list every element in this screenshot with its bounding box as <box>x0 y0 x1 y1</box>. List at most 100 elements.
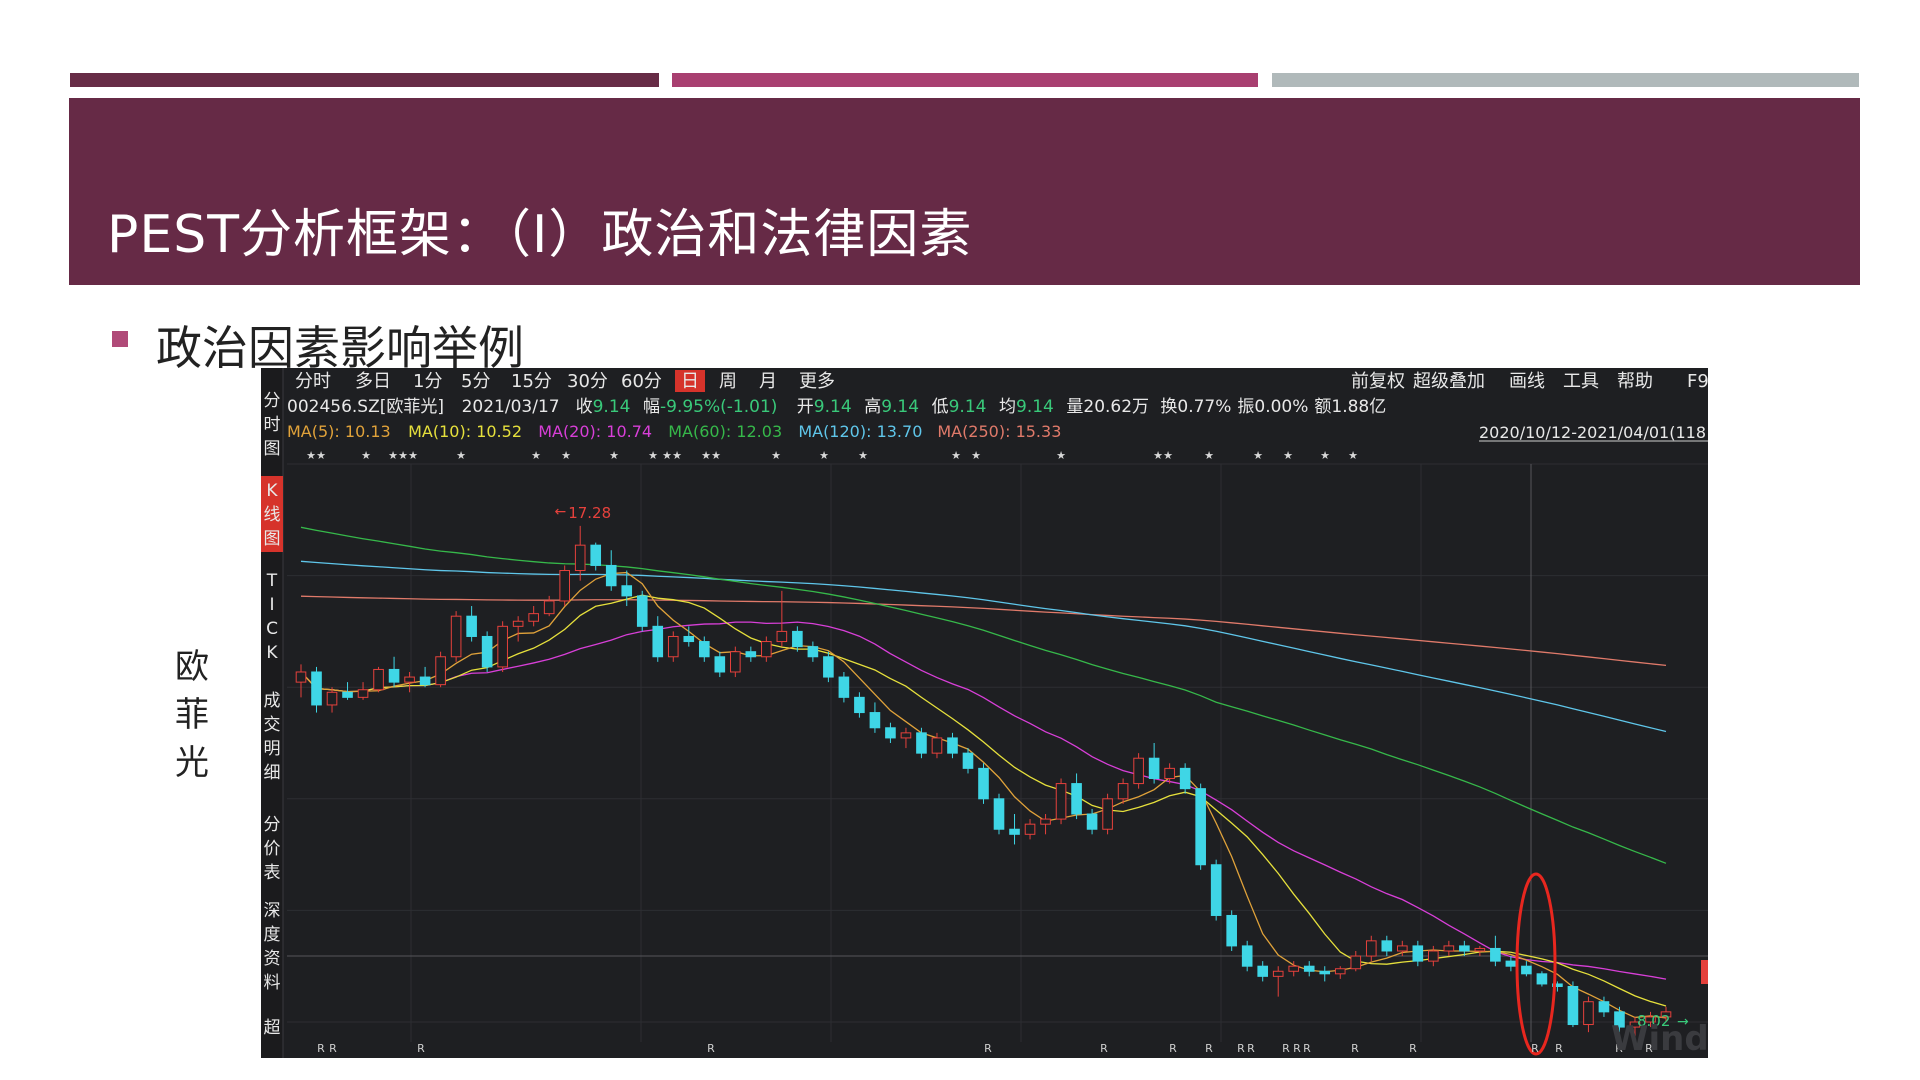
rights-marker[interactable]: R <box>317 1042 325 1055</box>
rights-marker[interactable]: R <box>1247 1042 1255 1055</box>
toolbar-menu-item[interactable]: 超级叠加 <box>1413 371 1485 392</box>
period-tab[interactable]: 15分 <box>511 371 552 392</box>
event-star-icon[interactable]: ★ <box>672 449 682 462</box>
event-star-icon[interactable]: ★ <box>456 449 466 462</box>
candle-body <box>978 767 989 800</box>
event-star-icon[interactable]: ★ <box>771 449 781 462</box>
event-star-icon[interactable]: ★ <box>701 449 711 462</box>
period-tab[interactable]: 60分 <box>621 371 662 392</box>
rights-marker[interactable]: R <box>1293 1042 1301 1055</box>
side-tab-5[interactable]: 度 <box>264 925 281 945</box>
event-star-icon[interactable]: ★ <box>1056 449 1066 462</box>
candle-body <box>1226 914 1237 947</box>
event-star-icon[interactable]: ★ <box>1348 449 1358 462</box>
period-tab[interactable]: 多日 <box>355 371 391 392</box>
ma-legend-item: MA(10): 10.52 <box>408 422 522 441</box>
event-star-icon[interactable]: ★ <box>648 449 658 462</box>
rights-marker[interactable]: R <box>1100 1042 1108 1055</box>
side-tab-4[interactable]: 价 <box>264 839 281 859</box>
rights-marker[interactable]: R <box>417 1042 425 1055</box>
side-tab-1[interactable]: 线 <box>264 505 281 525</box>
event-star-icon[interactable]: ★ <box>858 449 868 462</box>
candle-body <box>528 613 539 622</box>
event-star-icon[interactable]: ★ <box>662 449 672 462</box>
side-tab-2[interactable]: C <box>266 619 278 639</box>
quote-field: 高 <box>864 397 881 417</box>
side-tab-2[interactable]: I <box>269 595 274 615</box>
side-tab-4[interactable]: 表 <box>264 863 281 883</box>
candle-body <box>1396 945 1408 952</box>
side-tab-6[interactable]: 超 <box>264 1018 281 1038</box>
toolbar-menu-item[interactable]: 前复权 <box>1351 371 1405 392</box>
period-tab[interactable]: 1分 <box>413 371 442 392</box>
event-star-icon[interactable]: ★ <box>388 449 398 462</box>
toolbar-menu-item[interactable]: 工具 <box>1563 371 1599 392</box>
event-star-icon[interactable]: ★ <box>1204 449 1214 462</box>
side-tab-4[interactable]: 分 <box>264 815 281 835</box>
period-tab[interactable]: 周 <box>719 371 737 392</box>
rights-marker[interactable]: R <box>1351 1042 1359 1055</box>
event-star-icon[interactable]: ★ <box>561 449 571 462</box>
event-star-icon[interactable]: ★ <box>819 449 829 462</box>
event-star-icon[interactable]: ★ <box>1153 449 1163 462</box>
rights-marker[interactable]: R <box>707 1042 715 1055</box>
ma-legend-item: MA(250): 15.33 <box>937 422 1061 441</box>
quote-field: 振0.00% <box>1237 397 1308 417</box>
rights-marker[interactable]: R <box>1531 1042 1539 1055</box>
candle-body <box>683 635 695 643</box>
rights-marker[interactable]: R <box>984 1042 992 1055</box>
rights-marker[interactable]: R <box>1205 1042 1213 1055</box>
event-star-icon[interactable]: ★ <box>951 449 961 462</box>
event-star-icon[interactable]: ★ <box>361 449 371 462</box>
event-star-icon[interactable]: ★ <box>1253 449 1263 462</box>
side-tab-2[interactable]: K <box>266 643 278 663</box>
side-tab-5[interactable]: 料 <box>264 973 281 993</box>
toolbar-menu-item[interactable]: F9 <box>1687 371 1708 392</box>
side-tab-1[interactable]: K <box>266 481 278 501</box>
period-tab[interactable]: 分时 <box>295 371 331 392</box>
side-tab-3[interactable]: 明 <box>264 739 281 759</box>
side-tab-0[interactable]: 分 <box>264 391 281 411</box>
event-star-icon[interactable]: ★ <box>711 449 721 462</box>
event-star-icon[interactable]: ★ <box>408 449 418 462</box>
event-star-icon[interactable]: ★ <box>316 449 326 462</box>
side-tab-5[interactable]: 资 <box>264 949 281 969</box>
rights-marker[interactable]: R <box>1409 1042 1417 1055</box>
side-tab-3[interactable]: 交 <box>264 715 281 735</box>
event-star-icon[interactable]: ★ <box>531 449 541 462</box>
event-star-icon[interactable]: ★ <box>398 449 408 462</box>
event-star-icon[interactable]: ★ <box>1163 449 1173 462</box>
side-tab-1[interactable]: 图 <box>264 529 281 549</box>
rights-marker[interactable]: R <box>329 1042 337 1055</box>
side-tab-3[interactable]: 成 <box>264 691 281 711</box>
rights-marker[interactable]: R <box>1303 1042 1311 1055</box>
event-star-icon[interactable]: ★ <box>609 449 619 462</box>
event-star-icon[interactable]: ★ <box>306 449 316 462</box>
period-tab[interactable]: 日 <box>681 371 699 392</box>
event-star-icon[interactable]: ★ <box>971 449 981 462</box>
candle-body <box>1102 798 1113 830</box>
event-star-icon[interactable]: ★ <box>1320 449 1330 462</box>
candle-body <box>1505 960 1517 967</box>
period-tab[interactable]: 5分 <box>461 371 490 392</box>
rights-marker[interactable]: R <box>1169 1042 1177 1055</box>
side-tab-2[interactable]: T <box>266 571 278 591</box>
rights-marker[interactable]: R <box>1237 1042 1245 1055</box>
candle-body <box>590 544 602 566</box>
period-tab[interactable]: 月 <box>759 371 777 392</box>
ma60-line <box>300 526 1667 864</box>
candle-body <box>1086 813 1098 830</box>
rights-marker[interactable]: R <box>1282 1042 1290 1055</box>
period-tab[interactable]: 更多 <box>799 371 835 392</box>
side-tab-0[interactable]: 图 <box>264 439 281 459</box>
toolbar-menu-item[interactable]: 画线 <box>1509 371 1545 392</box>
toolbar-menu-item[interactable]: 帮助 <box>1617 371 1653 392</box>
ma-legend-item: MA(120): 13.70 <box>798 422 922 441</box>
event-star-icon[interactable]: ★ <box>1283 449 1293 462</box>
side-tab-3[interactable]: 细 <box>264 763 281 783</box>
rights-marker[interactable]: R <box>1555 1042 1563 1055</box>
period-tab[interactable]: 30分 <box>567 371 608 392</box>
quote-field: 9.14 <box>949 397 987 417</box>
side-tab-5[interactable]: 深 <box>264 901 281 921</box>
side-tab-0[interactable]: 时 <box>264 415 281 435</box>
